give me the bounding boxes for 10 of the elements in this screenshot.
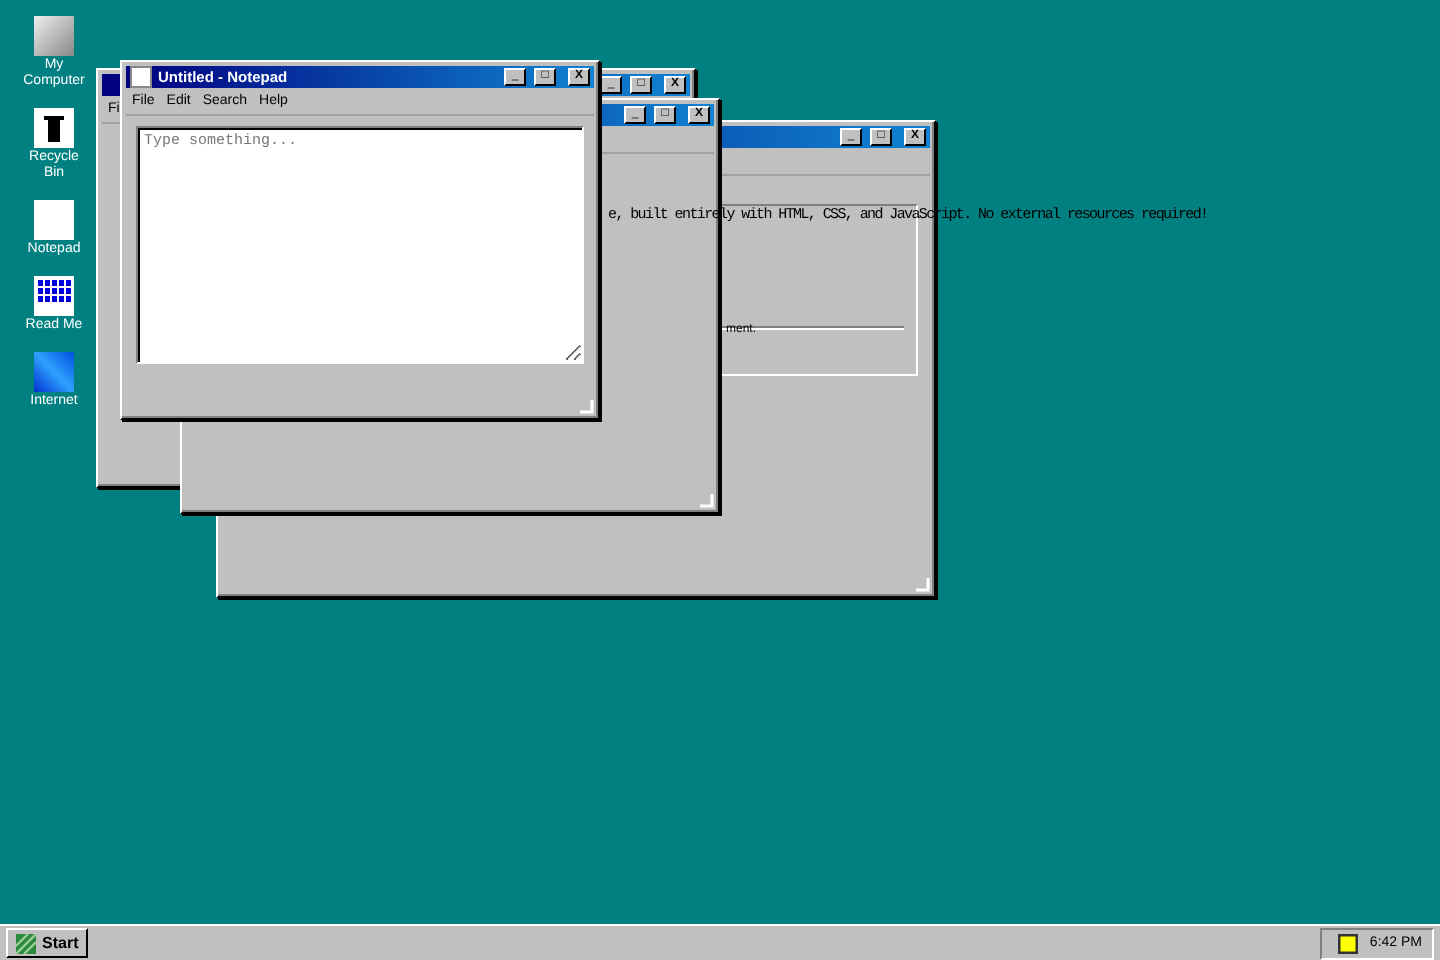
trash-icon[interactable]	[34, 108, 74, 148]
grid-document-icon[interactable]	[34, 276, 74, 316]
resize-grip-icon[interactable]	[700, 494, 714, 508]
document-icon	[130, 66, 152, 88]
start-button[interactable]: Start	[6, 928, 89, 958]
globe-icon[interactable]	[34, 352, 74, 392]
resize-grip-icon[interactable]	[916, 578, 930, 592]
resize-grip-icon[interactable]	[580, 400, 594, 414]
computer-icon[interactable]	[34, 16, 74, 56]
start-logo-icon	[16, 933, 36, 953]
